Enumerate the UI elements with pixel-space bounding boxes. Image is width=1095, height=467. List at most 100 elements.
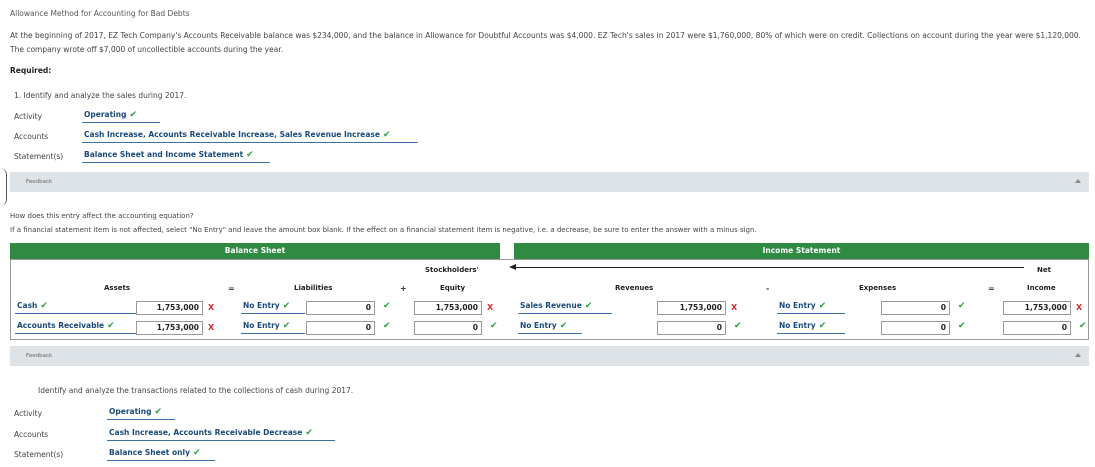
row1-equity-amount-input[interactable]: 1,753,000 xyxy=(414,301,482,315)
collapse-arrow-icon[interactable] xyxy=(1075,179,1081,183)
check-icon: ✔ xyxy=(192,448,201,458)
part1-accounts-value: Cash Increase, Accounts Receivable Incre… xyxy=(82,130,418,143)
net-label: Net xyxy=(1037,266,1051,274)
check-icon: ✔ xyxy=(107,321,115,331)
row1-expense-amount-input[interactable]: 0 xyxy=(881,301,950,315)
part1-activity-label: Activity xyxy=(14,112,43,121)
feedback-label: Feedback xyxy=(26,179,53,185)
row2-liability-account: No Entry ✔ xyxy=(241,321,305,334)
row1-net-income-input[interactable]: 1,753,000 xyxy=(1003,301,1071,315)
row2-equity-amount-input[interactable]: 0 xyxy=(414,321,482,335)
row2-net-income-input[interactable]: 0 xyxy=(1003,321,1071,335)
part2-accounts-value: Cash Increase, Accounts Receivable Decre… xyxy=(107,428,335,441)
cross-icon: X xyxy=(208,303,215,312)
row2-revenue-dropdown[interactable]: No Entry ✔ xyxy=(518,321,582,334)
equation-instruction: If a financial statement item is not aff… xyxy=(10,226,757,234)
equity-label: Equity xyxy=(440,284,466,292)
equals-sign: = xyxy=(228,284,235,293)
row2-revenue-amount-input[interactable]: 0 xyxy=(657,321,726,335)
row1-asset-account: Cash ✔ xyxy=(15,301,138,314)
check-icon: ✔ xyxy=(382,130,391,140)
minus-sign: - xyxy=(766,284,770,293)
feedback-label: Feedback xyxy=(26,353,53,359)
problem-text: At the beginning of 2017, EZ Tech Compan… xyxy=(10,31,1081,54)
check-icon: ✔ xyxy=(282,321,291,331)
equals-sign: = xyxy=(988,284,995,293)
part1-question: 1. Identify and analyze the sales during… xyxy=(14,91,187,100)
liabilities-label: Liabilities xyxy=(294,284,333,292)
arrow-left-icon xyxy=(509,264,516,270)
row1-revenue-account: Sales Revenue ✔ xyxy=(518,301,612,314)
check-icon: ✔ xyxy=(305,428,313,438)
required-label: Required: xyxy=(10,66,52,75)
check-icon: ✔ xyxy=(818,321,827,331)
part1-statements-label: Statement(s) xyxy=(14,152,64,161)
row2-expense-dropdown[interactable]: No Entry ✔ xyxy=(777,321,845,334)
part2-statements-label: Statement(s) xyxy=(14,450,64,459)
cross-icon: X xyxy=(1076,303,1083,312)
row1-expense-account: No Entry ✔ xyxy=(777,301,845,314)
check-icon: ✔ xyxy=(383,301,391,311)
row1-liability-account: No Entry ✔ xyxy=(241,301,305,314)
row1-revenue-amount-input[interactable]: 1,753,000 xyxy=(657,301,726,315)
cross-icon: X xyxy=(731,303,738,312)
expenses-label: Expenses xyxy=(859,284,897,292)
row2-liability-dropdown[interactable]: No Entry ✔ xyxy=(241,321,305,334)
row1-liability-dropdown[interactable]: No Entry ✔ xyxy=(241,301,305,314)
balance-sheet-header: Balance Sheet xyxy=(10,243,500,259)
income-statement-header: Income Statement xyxy=(514,243,1089,259)
row2-asset-amount-input[interactable]: 1,753,000 xyxy=(136,321,203,335)
cross-icon: X xyxy=(487,303,494,312)
page-title: Allowance Method for Accounting for Bad … xyxy=(10,9,190,18)
arrow-line xyxy=(514,267,1024,268)
part2-statements-value: Balance Sheet only ✔ xyxy=(107,448,215,461)
part1-accounts-label: Accounts xyxy=(14,132,49,141)
check-icon: ✔ xyxy=(818,301,827,311)
part2-accounts-label: Accounts xyxy=(14,430,49,439)
row1-revenue-dropdown[interactable]: Sales Revenue ✔ xyxy=(518,301,612,314)
check-icon: ✔ xyxy=(282,301,291,311)
check-icon: ✔ xyxy=(958,301,966,311)
row1-liability-amount-input[interactable]: 0 xyxy=(306,301,375,315)
row1-asset-amount-input[interactable]: 1,753,000 xyxy=(136,301,203,315)
check-icon: ✔ xyxy=(584,301,593,311)
part1-accounts-dropdown[interactable]: Cash Increase, Accounts Receivable Incre… xyxy=(82,130,418,143)
equation-question: How does this entry affect the accountin… xyxy=(10,212,194,220)
part2-accounts-dropdown[interactable]: Cash Increase, Accounts Receivable Decre… xyxy=(107,428,335,441)
check-icon: ✔ xyxy=(246,150,254,160)
feedback-bar-2[interactable]: Feedback xyxy=(10,346,1089,366)
check-icon: ✔ xyxy=(129,110,138,120)
part2-statements-dropdown[interactable]: Balance Sheet only ✔ xyxy=(107,448,215,461)
check-icon: ✔ xyxy=(490,321,498,331)
check-icon: ✔ xyxy=(734,321,742,331)
part2-question: Identify and analyze the transactions re… xyxy=(38,386,354,395)
part1-statements-value: Balance Sheet and Income Statement ✔ xyxy=(82,150,270,163)
row1-asset-dropdown[interactable]: Cash ✔ xyxy=(15,301,138,314)
check-icon: ✔ xyxy=(559,321,568,331)
row1-expense-dropdown[interactable]: No Entry ✔ xyxy=(777,301,845,314)
part1-statements-dropdown[interactable]: Balance Sheet and Income Statement ✔ xyxy=(82,150,270,163)
check-icon: ✔ xyxy=(1079,321,1087,331)
row2-expense-amount-input[interactable]: 0 xyxy=(881,321,950,335)
row2-revenue-account: No Entry ✔ xyxy=(518,321,582,334)
row2-asset-dropdown[interactable]: Accounts Receivable ✔ xyxy=(15,321,138,334)
check-icon: ✔ xyxy=(958,321,966,331)
row2-asset-account: Accounts Receivable ✔ xyxy=(15,321,138,334)
income-label: Income xyxy=(1027,284,1056,292)
row2-liability-amount-input[interactable]: 0 xyxy=(306,321,375,335)
part2-activity-dropdown[interactable]: Operating ✔ xyxy=(107,407,175,420)
check-icon: ✔ xyxy=(40,301,48,311)
feedback-bar-1[interactable]: Feedback xyxy=(10,172,1089,192)
plus-sign: + xyxy=(400,284,407,293)
row2-expense-account: No Entry ✔ xyxy=(777,321,845,334)
part1-activity-value: Operating ✔ xyxy=(82,110,160,123)
part2-activity-value: Operating ✔ xyxy=(107,407,175,420)
assets-label: Assets xyxy=(104,284,131,292)
stockholders-label: Stockholders' xyxy=(425,266,479,274)
check-icon: ✔ xyxy=(154,407,163,417)
check-icon: ✔ xyxy=(383,321,391,331)
collapse-arrow-icon[interactable] xyxy=(1075,353,1081,357)
part2-activity-label: Activity xyxy=(14,409,43,418)
part1-activity-dropdown[interactable]: Operating ✔ xyxy=(82,110,160,123)
section-bracket xyxy=(0,168,7,206)
